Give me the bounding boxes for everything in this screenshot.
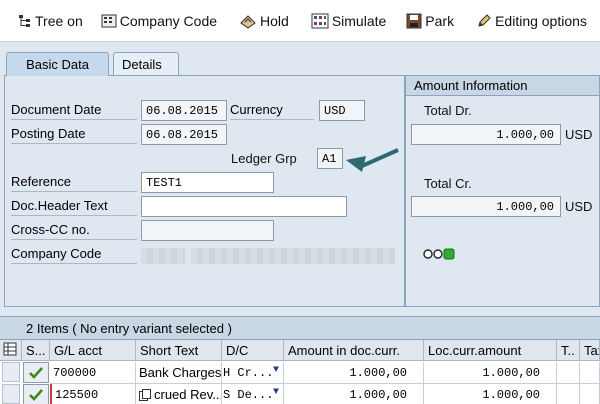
ledger-grp-field[interactable]: A1: [317, 148, 343, 169]
cell-short-text[interactable]: Bank Charges: [136, 362, 222, 384]
simulate-icon: [311, 13, 329, 28]
simulate-label: Simulate: [331, 12, 387, 29]
tab-details[interactable]: Details: [113, 52, 179, 76]
cell-dc-value: H Cr...: [223, 366, 274, 380]
cell-dc[interactable]: S De... ▼: [222, 384, 284, 404]
cross-cc-label: Cross-CC no.: [11, 220, 137, 240]
park-button[interactable]: Park: [406, 6, 454, 36]
col-header-short-text[interactable]: Short Text: [136, 340, 222, 361]
arrow-pointer-icon: [346, 148, 399, 172]
amount-information-panel: Amount Information Total Dr. 1.000,00 US…: [405, 75, 600, 307]
save-disk-icon: [406, 13, 422, 28]
cell-gl-acct[interactable]: 125500: [50, 384, 136, 404]
document-date-label: Document Date: [11, 100, 137, 120]
company-code-label: Company Code: [119, 12, 218, 29]
currency-label: Currency: [230, 100, 314, 120]
currency-field[interactable]: USD: [319, 100, 365, 121]
company-code-icon: [101, 14, 117, 27]
cell-short-text[interactable]: crued Rev...: [136, 384, 222, 404]
col-header-status[interactable]: S...: [22, 340, 50, 361]
checkmark-icon: [29, 366, 43, 379]
cross-cc-field[interactable]: [141, 220, 274, 241]
cell-dc[interactable]: H Cr... ▼: [222, 362, 284, 384]
posting-date-label: Posting Date: [11, 124, 137, 144]
document-date-field[interactable]: 06.08.2015: [141, 100, 227, 121]
tree-icon: [19, 14, 30, 27]
total-cr-field[interactable]: 1.000,00: [411, 196, 561, 217]
tree-on-label: Tree on: [35, 12, 83, 29]
checkmark-icon: [29, 388, 43, 401]
long-text-icon[interactable]: [139, 389, 151, 401]
ledger-grp-label: Ledger Grp: [231, 151, 297, 166]
row-selector[interactable]: [2, 362, 20, 382]
col-header-amount-loc[interactable]: Loc.curr.amount: [424, 340, 557, 361]
col-header-amount-doc[interactable]: Amount in doc.curr.: [284, 340, 424, 361]
table-settings-cell[interactable]: [0, 340, 22, 361]
total-dr-currency: USD: [565, 127, 593, 142]
cell-amount-doc[interactable]: 1.000,00: [284, 362, 424, 384]
row-status-cell[interactable]: [23, 362, 49, 383]
dropdown-arrow-icon[interactable]: ▼: [273, 387, 279, 398]
cell-t[interactable]: [557, 362, 580, 384]
doc-header-text-label: Doc.Header Text: [11, 196, 137, 216]
tab-basic-data-label: Basic Data: [26, 57, 89, 72]
tab-basic-data[interactable]: Basic Data: [6, 52, 109, 76]
items-section-header: 2 Items ( No entry variant selected ): [0, 316, 600, 340]
traffic-light-status-icon: [423, 248, 455, 260]
simulate-button[interactable]: Simulate: [311, 6, 386, 36]
park-label: Park: [425, 12, 455, 29]
reference-label: Reference: [11, 172, 137, 192]
cell-dc-value: S De...: [223, 388, 274, 402]
cell-tax[interactable]: [580, 384, 600, 404]
company-code-field-label: Company Code: [11, 244, 137, 264]
row-selector[interactable]: [2, 384, 20, 404]
posting-date-field[interactable]: 06.08.2015: [141, 124, 227, 145]
cell-gl-acct[interactable]: 700000: [50, 362, 136, 384]
cell-short-text-value: crued Rev...: [154, 387, 222, 402]
company-code-button[interactable]: Company Code: [101, 6, 217, 36]
tree-on-button[interactable]: Tree on: [18, 6, 83, 36]
tab-details-label: Details: [122, 57, 162, 72]
reference-field[interactable]: TEST1: [141, 172, 274, 193]
total-cr-currency: USD: [565, 199, 593, 214]
cell-t[interactable]: [557, 384, 580, 404]
cell-tax[interactable]: [580, 362, 600, 384]
col-header-t[interactable]: T..: [557, 340, 580, 361]
hold-button[interactable]: Hold: [239, 6, 289, 36]
doc-header-text-field[interactable]: [141, 196, 347, 217]
basic-data-panel: Document Date 06.08.2015 Currency USD Po…: [4, 75, 405, 307]
dropdown-arrow-icon[interactable]: ▼: [273, 365, 279, 376]
total-dr-field[interactable]: 1.000,00: [411, 124, 561, 145]
company-name-redacted: [191, 248, 395, 264]
row-status-cell[interactable]: [23, 384, 49, 404]
amount-information-title: Amount Information: [406, 76, 599, 96]
cell-amount-doc[interactable]: 1.000,00: [284, 384, 424, 404]
hold-label: Hold: [260, 12, 289, 29]
company-code-value-redacted: [141, 248, 185, 264]
line-items-table: S... G/L acct Short Text D/C Amount in d…: [0, 340, 600, 404]
table-settings-icon: [3, 342, 17, 356]
hold-icon: [240, 14, 256, 29]
col-header-dc[interactable]: D/C: [222, 340, 284, 361]
cell-amount-loc[interactable]: 1.000,00: [424, 362, 557, 384]
col-header-tax[interactable]: Tax: [580, 340, 600, 361]
cell-amount-loc[interactable]: 1.000,00: [424, 384, 557, 404]
col-header-gl-acct[interactable]: G/L acct: [50, 340, 136, 361]
pencil-icon: [478, 13, 491, 27]
total-cr-label: Total Cr.: [424, 176, 472, 191]
total-dr-label: Total Dr.: [424, 103, 472, 118]
editing-options-button[interactable]: Editing options: [476, 6, 587, 36]
application-toolbar: Tree on Company Code Hold Simulate Park …: [0, 0, 600, 42]
editing-options-label: Editing options: [495, 12, 587, 29]
